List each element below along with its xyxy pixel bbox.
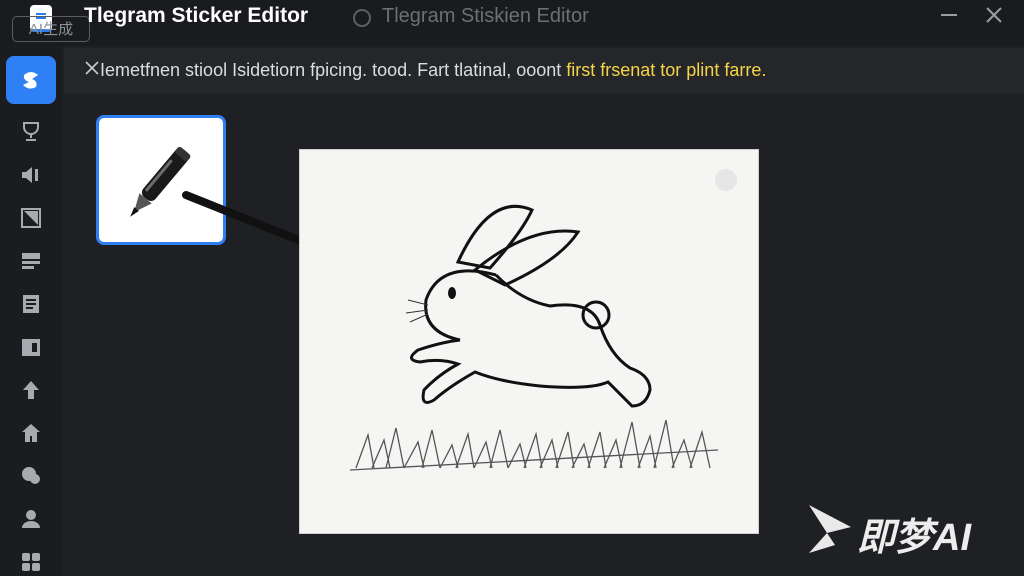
watermark-text: 即梦AI xyxy=(857,517,972,559)
sidebar-item-chat[interactable] xyxy=(17,462,45,490)
album-icon xyxy=(22,339,40,356)
sidebar-item-home[interactable] xyxy=(17,419,45,447)
close-window-button[interactable] xyxy=(981,4,1007,30)
ghost-window-title: Tlegram Stiskien Editor xyxy=(382,5,589,27)
frame-icon xyxy=(21,208,41,228)
watermark-logo-icon xyxy=(809,505,851,553)
upload-icon xyxy=(23,381,39,399)
speaker-icon xyxy=(22,167,38,183)
sidebar-item-document[interactable] xyxy=(17,290,45,318)
close-icon xyxy=(85,61,99,75)
title-bar: AI生成 Tlegram Sticker Editor Tlegram Stis… xyxy=(0,0,1024,46)
sidebar xyxy=(0,46,62,576)
sidebar-item-trophy[interactable] xyxy=(17,118,45,146)
notice-highlight: first frsenat tor plint farre. xyxy=(566,60,767,80)
sidebar-item-user[interactable] xyxy=(17,505,45,533)
notice-message: Iemetfnen stiool Isidetiorn fpicing. too… xyxy=(100,60,567,80)
document-icon xyxy=(23,295,39,313)
close-icon xyxy=(986,7,1002,23)
sidebar-item-sticker-tool[interactable] xyxy=(6,56,56,104)
notice-text: Iemetfnen stiool Isidetiorn fpicing. too… xyxy=(100,60,766,81)
ai-generated-badge: AI生成 xyxy=(12,16,90,42)
trophy-icon xyxy=(23,122,39,141)
home-icon xyxy=(22,424,40,442)
layers-icon xyxy=(22,253,40,269)
user-icon xyxy=(22,510,40,528)
app-title: Tlegram Sticker Editor xyxy=(84,4,309,27)
apps-icon xyxy=(22,553,40,571)
sidebar-item-album[interactable] xyxy=(17,333,45,361)
sidebar-item-apps[interactable] xyxy=(17,548,45,576)
sidebar-item-layers[interactable] xyxy=(17,247,45,275)
sidebar-item-sound[interactable] xyxy=(17,161,45,189)
sticker-icon xyxy=(23,72,38,89)
sidebar-item-upload[interactable] xyxy=(17,376,45,404)
notice-bar: Iemetfnen stiool Isidetiorn fpicing. too… xyxy=(64,48,1024,94)
chat-icon xyxy=(22,467,40,484)
ghost-app-icon xyxy=(353,9,371,27)
minimize-icon xyxy=(941,14,957,16)
watermark xyxy=(805,503,855,560)
notice-close-button[interactable] xyxy=(84,56,100,82)
rabbit-sketch xyxy=(349,169,737,471)
sticker-canvas[interactable] xyxy=(299,149,759,534)
minimize-button[interactable] xyxy=(936,4,962,30)
sidebar-item-frame[interactable] xyxy=(17,204,45,232)
